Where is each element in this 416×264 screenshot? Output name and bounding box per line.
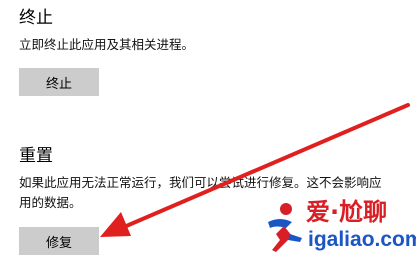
watermark: 爱·尬聊 igaliao.com <box>262 196 416 260</box>
reset-description-line-2: 用的数据。 <box>19 195 82 210</box>
terminate-button[interactable]: 终止 <box>19 68 99 96</box>
reset-heading: 重置 <box>19 146 53 166</box>
terminate-description: 立即终止此应用及其相关进程。 <box>19 37 195 52</box>
app-settings-page: 终止 立即终止此应用及其相关进程。 终止 重置 如果此应用无法正常运行，我们可以… <box>0 0 416 264</box>
terminate-heading: 终止 <box>19 8 53 28</box>
reset-description-line-1: 如果此应用无法正常运行，我们可以尝试进行修复。这不会影响应 <box>19 175 382 190</box>
repair-button[interactable]: 修复 <box>19 227 99 255</box>
runner-logo-icon <box>268 203 302 252</box>
watermark-brand: 爱·尬聊 <box>306 198 388 226</box>
watermark-site: igaliao.com <box>308 228 416 251</box>
